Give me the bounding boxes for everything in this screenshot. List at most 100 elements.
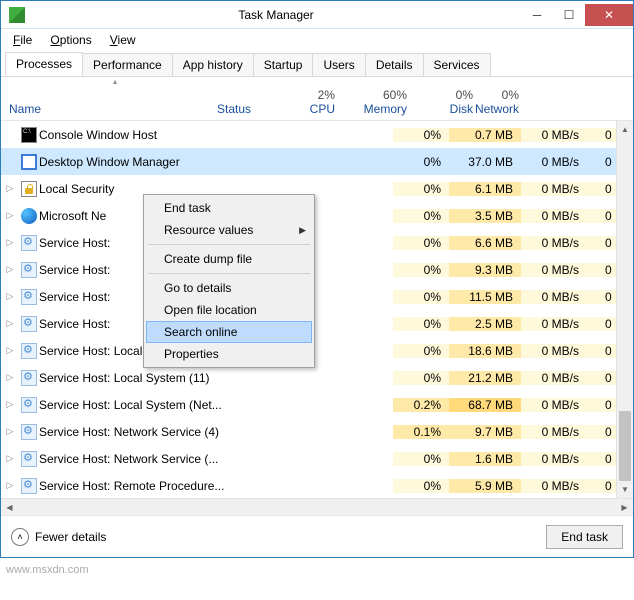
expand-toggle-icon[interactable]: ▷ bbox=[1, 291, 19, 302]
scroll-left-icon[interactable]: ◀ bbox=[1, 499, 18, 516]
process-row[interactable]: ▷ Service Host: Network Service (4)0.1%9.… bbox=[1, 418, 633, 445]
process-row[interactable]: ▷Microsoft Ne0%3.5 MB0 MB/s0 M bbox=[1, 202, 633, 229]
process-row[interactable]: ▷Service Host: Network Service (...0%1.6… bbox=[1, 445, 633, 472]
memory-cell: 11.5 MB bbox=[449, 290, 521, 304]
menu-separator bbox=[148, 273, 310, 274]
cpu-cell: 0% bbox=[393, 479, 449, 493]
hscroll-track[interactable] bbox=[18, 499, 616, 515]
process-row[interactable]: ▷Service Host: Remote Procedure...0%5.9 … bbox=[1, 472, 633, 498]
expand-toggle-icon[interactable]: ▷ bbox=[1, 264, 19, 275]
process-icon bbox=[19, 316, 39, 332]
end-task-button[interactable]: End task bbox=[546, 525, 623, 549]
expand-toggle-icon[interactable]: ▷ bbox=[1, 426, 19, 437]
fewer-details-button[interactable]: ˄ Fewer details bbox=[11, 528, 106, 546]
header-name[interactable]: Name bbox=[1, 77, 209, 120]
tabbar: Processes Performance App history Startu… bbox=[1, 51, 633, 77]
process-icon bbox=[19, 451, 39, 467]
vertical-scrollbar[interactable]: ▲ ▼ bbox=[616, 121, 633, 498]
menu-view[interactable]: View bbox=[102, 31, 144, 49]
scroll-thumb[interactable] bbox=[619, 411, 631, 481]
context-menu-item[interactable]: Resource values▶ bbox=[146, 219, 312, 241]
menubar: File Options View bbox=[1, 29, 633, 51]
process-icon bbox=[19, 154, 39, 170]
process-icon bbox=[19, 370, 39, 386]
process-row[interactable]: ▷Service Host:0%9.3 MB0 MB/s0 M bbox=[1, 256, 633, 283]
tab-details[interactable]: Details bbox=[365, 53, 424, 76]
expand-toggle-icon[interactable]: ▷ bbox=[1, 372, 19, 383]
process-row[interactable]: ▷Service Host:0%6.6 MB0 MB/s0 M bbox=[1, 229, 633, 256]
task-manager-window: Task Manager ─ ☐ ✕ File Options View Pro… bbox=[0, 0, 634, 558]
header-memory[interactable]: 60%Memory bbox=[343, 77, 415, 120]
cpu-cell: 0% bbox=[393, 128, 449, 142]
memory-cell: 6.6 MB bbox=[449, 236, 521, 250]
context-menu-item[interactable]: Search online bbox=[146, 321, 312, 343]
maximize-button[interactable]: ☐ bbox=[553, 4, 585, 26]
process-row[interactable]: Console Window Host0%0.7 MB0 MB/s0 M bbox=[1, 121, 633, 148]
expand-toggle-icon[interactable]: ▷ bbox=[1, 318, 19, 329]
header-network[interactable]: 0%Network bbox=[481, 77, 527, 120]
memory-cell: 6.1 MB bbox=[449, 182, 521, 196]
context-menu-item[interactable]: End task bbox=[146, 197, 312, 219]
expand-toggle-icon[interactable]: ▷ bbox=[1, 210, 19, 221]
expand-toggle-icon[interactable]: ▷ bbox=[1, 480, 19, 491]
cpu-cell: 0.1% bbox=[393, 425, 449, 439]
scroll-right-icon[interactable]: ▶ bbox=[616, 499, 633, 516]
disk-cell: 0 MB/s bbox=[521, 236, 587, 250]
disk-cell: 0 MB/s bbox=[521, 182, 587, 196]
process-row[interactable]: Desktop Window Manager0%37.0 MB0 MB/s0 M bbox=[1, 148, 633, 175]
header-disk[interactable]: 0%Disk bbox=[415, 77, 481, 120]
tab-startup[interactable]: Startup bbox=[253, 53, 314, 76]
process-row[interactable]: ▷Service Host: Local System (11)0%21.2 M… bbox=[1, 364, 633, 391]
process-name: Service Host: Network Service (4) bbox=[39, 425, 393, 439]
cpu-cell: 0% bbox=[393, 344, 449, 358]
fewer-details-label: Fewer details bbox=[35, 530, 106, 544]
menu-separator bbox=[148, 244, 310, 245]
process-row[interactable]: ▷Service Host: Local System (Net...0.2%6… bbox=[1, 391, 633, 418]
cpu-cell: 0% bbox=[393, 155, 449, 169]
context-menu: End taskResource values▶ Create dump file… bbox=[143, 194, 315, 368]
horizontal-scrollbar[interactable]: ◀ ▶ bbox=[1, 498, 633, 515]
cpu-cell: 0% bbox=[393, 290, 449, 304]
memory-cell: 3.5 MB bbox=[449, 209, 521, 223]
scroll-down-icon[interactable]: ▼ bbox=[617, 481, 633, 498]
disk-cell: 0 MB/s bbox=[521, 398, 587, 412]
column-headers: ▴ Name Status 2%CPU 60%Memory 0%Disk 0%N… bbox=[1, 77, 633, 121]
cpu-cell: 0% bbox=[393, 209, 449, 223]
process-icon bbox=[19, 181, 39, 197]
memory-cell: 18.6 MB bbox=[449, 344, 521, 358]
memory-cell: 1.6 MB bbox=[449, 452, 521, 466]
memory-cell: 9.7 MB bbox=[449, 425, 521, 439]
expand-toggle-icon[interactable]: ▷ bbox=[1, 453, 19, 464]
disk-cell: 0 MB/s bbox=[521, 155, 587, 169]
process-row[interactable]: ▷Service Host: Local Service (No ...0%18… bbox=[1, 337, 633, 364]
process-icon bbox=[19, 235, 39, 251]
tab-users[interactable]: Users bbox=[312, 53, 365, 76]
menu-file[interactable]: File bbox=[5, 31, 40, 49]
tab-processes[interactable]: Processes bbox=[5, 52, 83, 76]
tab-services[interactable]: Services bbox=[423, 53, 491, 76]
watermark: www.msxdn.com bbox=[6, 564, 89, 576]
window-buttons: ─ ☐ ✕ bbox=[521, 4, 633, 26]
header-cpu[interactable]: 2%CPU bbox=[287, 77, 343, 120]
expand-toggle-icon[interactable]: ▷ bbox=[1, 345, 19, 356]
menu-options[interactable]: Options bbox=[42, 31, 99, 49]
expand-toggle-icon[interactable]: ▷ bbox=[1, 237, 19, 248]
expand-toggle-icon[interactable]: ▷ bbox=[1, 183, 19, 194]
context-menu-item[interactable]: Go to details bbox=[146, 277, 312, 299]
context-menu-item[interactable]: Properties bbox=[146, 343, 312, 365]
disk-cell: 0 MB/s bbox=[521, 317, 587, 331]
sort-indicator-icon: ▴ bbox=[113, 77, 117, 86]
context-menu-item[interactable]: Open file location bbox=[146, 299, 312, 321]
header-status[interactable]: Status bbox=[209, 77, 287, 120]
context-menu-item[interactable]: Create dump file bbox=[146, 248, 312, 270]
process-row[interactable]: ▷Service Host:0%2.5 MB0 MB/s0 M bbox=[1, 310, 633, 337]
process-row[interactable]: ▷Service Host:0%11.5 MB0 MB/s0 M bbox=[1, 283, 633, 310]
tab-performance[interactable]: Performance bbox=[82, 53, 173, 76]
minimize-button[interactable]: ─ bbox=[521, 4, 553, 26]
close-button[interactable]: ✕ bbox=[585, 4, 633, 26]
process-row[interactable]: ▷Local Security0%6.1 MB0 MB/s0 M bbox=[1, 175, 633, 202]
expand-toggle-icon[interactable]: ▷ bbox=[1, 399, 19, 410]
process-icon bbox=[19, 397, 39, 413]
scroll-up-icon[interactable]: ▲ bbox=[617, 121, 633, 138]
tab-app-history[interactable]: App history bbox=[172, 53, 254, 76]
